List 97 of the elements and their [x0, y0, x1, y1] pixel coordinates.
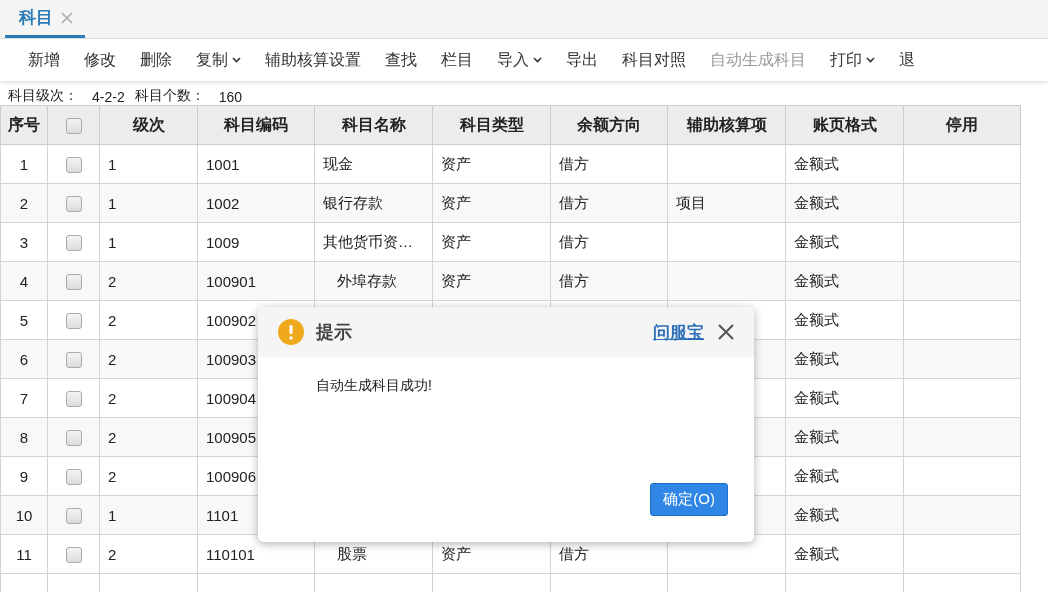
- checkbox[interactable]: [65, 469, 82, 485]
- ok-button[interactable]: 确定(O): [650, 483, 728, 516]
- summary-value: 4-2-2: [92, 89, 125, 105]
- caret-icon: [533, 57, 542, 63]
- toolbar-button[interactable]: 退: [887, 49, 927, 71]
- table-cell: 其他货币资…: [314, 222, 433, 262]
- caret-icon: [232, 57, 241, 63]
- toolbar-button[interactable]: 查找: [373, 49, 429, 71]
- table-cell: 金额式: [785, 495, 904, 535]
- table-cell: 11: [0, 534, 48, 574]
- table-cell: 金额式: [785, 417, 904, 457]
- checkbox[interactable]: [65, 157, 82, 173]
- column-header: 科目类型: [432, 105, 551, 145]
- table-cell: 2: [99, 300, 198, 340]
- table-cell: 6: [0, 339, 48, 379]
- help-link[interactable]: 问服宝: [653, 320, 704, 344]
- table-cell: 9: [0, 456, 48, 496]
- table-cell: 2: [99, 534, 198, 574]
- checkbox[interactable]: [65, 274, 82, 290]
- table-cell: 2: [99, 339, 198, 379]
- caret-icon: [866, 57, 875, 63]
- summary-value: 160: [218, 89, 243, 105]
- warning-icon: [278, 319, 304, 345]
- table-cell: 借方: [550, 261, 668, 301]
- checkbox[interactable]: [65, 196, 82, 212]
- column-header: 辅助核算项: [667, 105, 786, 145]
- table-cell: 1: [99, 183, 198, 223]
- checkbox[interactable]: [65, 352, 82, 368]
- toolbar-button[interactable]: 科目对照: [610, 49, 698, 71]
- checkbox[interactable]: [65, 313, 82, 329]
- checkbox[interactable]: [65, 430, 82, 446]
- toolbar-button[interactable]: 复制: [184, 49, 253, 71]
- table-cell: 金额式: [785, 222, 904, 262]
- toolbar-button[interactable]: 修改: [72, 49, 128, 71]
- table-cell: 2: [99, 456, 198, 496]
- column-header: 账页格式: [785, 105, 904, 145]
- table-cell: 2: [99, 261, 198, 301]
- dialog-message: 自动生成科目成功!: [316, 377, 433, 395]
- toolbar-button[interactable]: 新增: [16, 49, 72, 71]
- checkbox[interactable]: [65, 117, 82, 134]
- column-header: 科目名称: [314, 105, 433, 145]
- table-cell: 1: [99, 222, 198, 262]
- close-icon[interactable]: [718, 324, 734, 340]
- table-cell: 7: [0, 378, 48, 418]
- table-cell: 金额式: [785, 144, 904, 184]
- column-header: 科目编码: [197, 105, 315, 145]
- table-cell: 项目: [667, 183, 786, 223]
- table-cell: 资产: [432, 261, 551, 301]
- checkbox[interactable]: [65, 508, 82, 524]
- table-cell: 2: [99, 417, 198, 457]
- toolbar-button[interactable]: 导入: [485, 49, 554, 71]
- table-cell: 借方: [550, 183, 668, 223]
- table-cell: 金额式: [785, 339, 904, 379]
- tab[interactable]: 科目: [5, 6, 85, 38]
- table-cell: 现金: [314, 144, 433, 184]
- table-cell: 2: [0, 183, 48, 223]
- table-cell: 借方: [550, 222, 668, 262]
- table-cell: 2: [99, 378, 198, 418]
- table-cell: 1001: [197, 144, 315, 184]
- table-cell: 1: [0, 144, 48, 184]
- column-header: 级次: [99, 105, 198, 145]
- table-cell: 8: [0, 417, 48, 457]
- column-header: 序号: [0, 105, 48, 145]
- summary-label: 科目个数：: [134, 87, 205, 105]
- table-cell: 资产: [432, 144, 551, 184]
- table-cell: 银行存款: [314, 183, 433, 223]
- table-cell: 借方: [550, 144, 668, 184]
- table-cell: 资产: [432, 183, 551, 223]
- table-cell: 3: [0, 222, 48, 262]
- table-cell: 金额式: [785, 183, 904, 223]
- table-cell: 1002: [197, 183, 315, 223]
- table-cell: 1: [99, 495, 198, 535]
- toolbar-button[interactable]: 删除: [128, 49, 184, 71]
- table-cell: 100901: [197, 261, 315, 301]
- column-header: 停用: [903, 105, 1021, 145]
- table-cell: 金额式: [785, 378, 904, 418]
- table-cell: 1: [99, 144, 198, 184]
- table-cell: 资产: [432, 222, 551, 262]
- toolbar-button[interactable]: 打印: [818, 49, 887, 71]
- dialog-title: 提示: [316, 321, 352, 344]
- table-cell: 金额式: [785, 456, 904, 496]
- toolbar-button[interactable]: 辅助核算设置: [253, 49, 373, 71]
- table-cell: 金额式: [785, 534, 904, 574]
- checkbox[interactable]: [65, 235, 82, 251]
- table-cell: 10: [0, 495, 48, 535]
- table-cell: 4: [0, 261, 48, 301]
- table-cell: 金额式: [785, 300, 904, 340]
- summary-label: 科目级次：: [8, 87, 78, 105]
- checkbox[interactable]: [65, 547, 82, 563]
- table-cell: 5: [0, 300, 48, 340]
- checkbox[interactable]: [65, 391, 82, 407]
- table-cell: 金额式: [785, 261, 904, 301]
- table-cell: 1009: [197, 222, 315, 262]
- toolbar-button[interactable]: 导出: [554, 49, 610, 71]
- column-header: 余额方向: [550, 105, 668, 145]
- table-cell: 外埠存款: [314, 261, 433, 301]
- toolbar-button[interactable]: 栏目: [429, 49, 485, 71]
